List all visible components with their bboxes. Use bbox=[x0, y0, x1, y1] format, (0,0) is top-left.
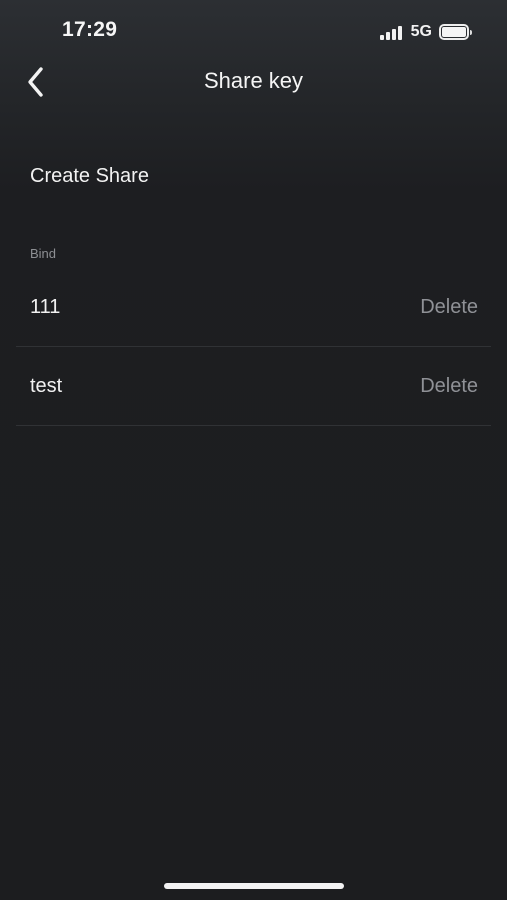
bind-section-label: Bind bbox=[30, 246, 57, 261]
home-indicator bbox=[164, 883, 344, 889]
status-bar: 17:29 5G bbox=[0, 0, 507, 60]
delete-button[interactable]: Delete bbox=[420, 296, 478, 319]
list-item: test Delete bbox=[16, 347, 491, 426]
battery-icon bbox=[439, 24, 472, 40]
cellular-signal-icon bbox=[379, 24, 402, 40]
list-item: 111 Delete bbox=[16, 268, 491, 347]
navigation-header: Share key bbox=[0, 60, 507, 104]
bind-item-name: 111 bbox=[30, 296, 61, 318]
page-title: Share key bbox=[203, 68, 304, 93]
share-key-screen: 17:29 5G Share key Create Share Bind 111… bbox=[0, 0, 507, 900]
bind-list: 111 Delete test Delete bbox=[16, 268, 491, 426]
network-type-label: 5G bbox=[410, 23, 432, 40]
bind-item-name: test bbox=[30, 375, 63, 397]
create-share-button[interactable]: Create Share bbox=[30, 165, 149, 188]
status-indicators: 5G bbox=[379, 22, 472, 42]
delete-button[interactable]: Delete bbox=[420, 375, 478, 398]
status-time: 17:29 bbox=[62, 18, 118, 41]
